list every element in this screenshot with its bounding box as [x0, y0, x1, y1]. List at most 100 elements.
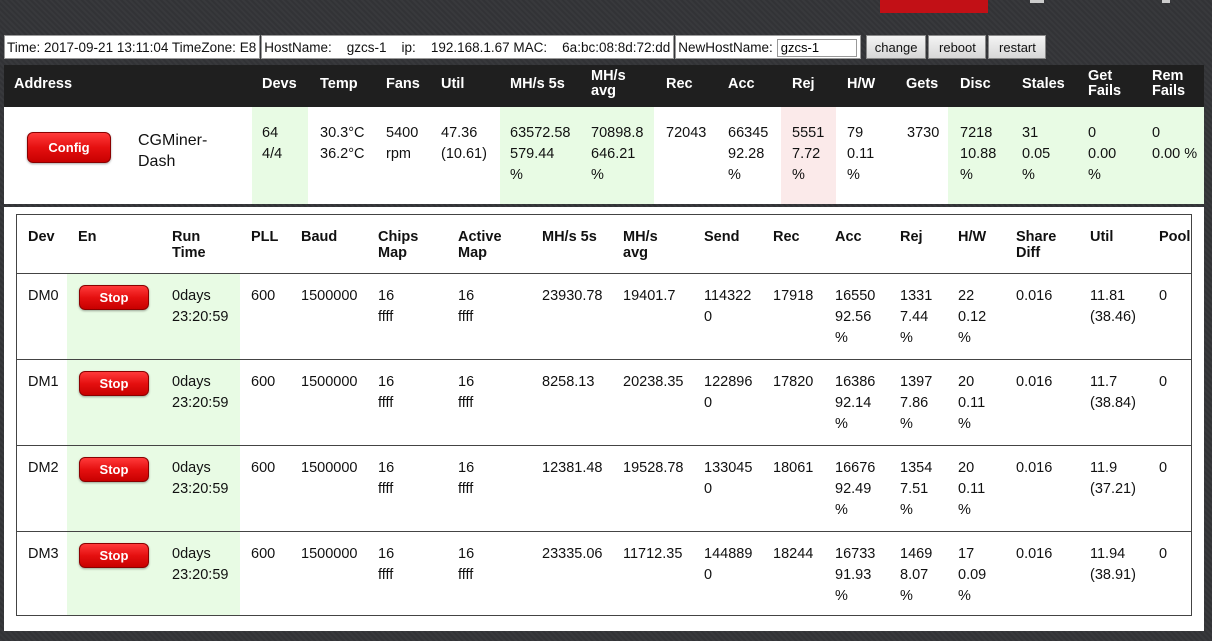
acc: 16733 91.93 % [835, 546, 876, 604]
hw: 17 0.09 % [958, 546, 987, 604]
summary-get-fails: 0 0.00 % [1088, 125, 1117, 183]
device-name: DM0 [28, 288, 59, 304]
hw: 20 0.11 % [958, 460, 986, 518]
time-label: Time: [7, 40, 41, 55]
config-button[interactable]: Config [27, 132, 111, 163]
mhs-avg: 19401.7 [623, 288, 676, 304]
miner-name: CGMiner- Dash [138, 132, 208, 170]
device-row-dm3: DM3 Stop 0days 23:20:59 600 1500000 16 f… [17, 531, 1191, 615]
summary-mhs-avg: 70898.8 646.21 % [591, 125, 644, 183]
dev-header-chips-map: Chips Map [378, 229, 419, 261]
util: 11.7 (38.84) [1090, 374, 1136, 411]
acc: 16386 92.14 % [835, 374, 876, 432]
chips-map: 16 ffff [378, 288, 395, 325]
header-rec: Rec [666, 76, 693, 92]
summary-util: 47.36 (10.61) [441, 125, 487, 162]
device-name: DM3 [28, 546, 59, 562]
share-diff: 0.016 [1016, 460, 1053, 476]
device-row-dm1: DM1 Stop 0days 23:20:59 600 1500000 16 f… [17, 359, 1191, 446]
dev-header-acc: Acc [835, 229, 862, 245]
pll: 600 [251, 460, 276, 476]
time-cell: Time: 2017-09-21 13:11:04 TimeZone: E8 [4, 35, 261, 59]
send: 114322 0 [704, 288, 752, 325]
stop-button[interactable]: Stop [79, 371, 149, 396]
top-nav-fragment [1030, 0, 1044, 3]
new-hostname-input[interactable] [776, 38, 857, 57]
hostname-value: gzcs-1 [346, 40, 387, 55]
ip-label: ip: [401, 40, 416, 55]
header-hw: H/W [847, 76, 876, 92]
summary-devs: 64 4/4 [262, 125, 283, 162]
acc: 16676 92.49 % [835, 460, 876, 518]
summary-rej: 5551 7.72 % [792, 125, 825, 183]
summary-temp: 30.3°C 36.2°C [320, 125, 365, 162]
chips-map: 16 ffff [378, 546, 395, 583]
active-map: 16 ffff [458, 460, 475, 497]
active-map: 16 ffff [458, 546, 475, 583]
mhs-avg: 20238.35 [623, 374, 684, 390]
send: 122896 0 [704, 374, 753, 411]
acc: 16550 92.56 % [835, 288, 876, 346]
pool: 0 [1159, 374, 1168, 390]
util: 11.9 (37.21) [1090, 460, 1136, 497]
share-diff: 0.016 [1016, 288, 1053, 304]
dev-header-share-diff: Share Diff [1016, 229, 1057, 261]
util: 11.81 (38.46) [1090, 288, 1136, 325]
header-rej: Rej [792, 76, 815, 92]
send: 144889 0 [704, 546, 753, 583]
header-disc: Disc [960, 76, 991, 92]
pool: 0 [1159, 460, 1168, 476]
send: 133045 0 [704, 460, 753, 497]
chips-map: 16 ffff [378, 374, 395, 411]
header-fans: Fans [386, 76, 420, 92]
device-name: DM1 [28, 374, 59, 390]
run-time: 0days 23:20:59 [172, 288, 229, 325]
dev-header-util: Util [1090, 229, 1114, 245]
baud: 1500000 [301, 546, 358, 562]
hw: 20 0.11 % [958, 374, 986, 432]
rej: 1354 7.51 % [900, 460, 933, 518]
stop-button[interactable]: Stop [79, 543, 149, 568]
rej: 1331 7.44 % [900, 288, 933, 346]
dev-header-run-time: Run Time [172, 229, 206, 261]
device-row-dm2: DM2 Stop 0days 23:20:59 600 1500000 16 f… [17, 445, 1191, 532]
summary-rec: 72043 [666, 125, 707, 141]
change-hostname-button[interactable]: change [865, 35, 927, 59]
rej: 1397 7.86 % [900, 374, 933, 432]
dev-header-hw: H/W [958, 229, 987, 245]
header-gets: Gets [906, 76, 939, 92]
device-name: DM2 [28, 460, 59, 476]
summary-fans: 5400 rpm [386, 125, 419, 162]
summary-stales: 31 0.05 % [1022, 125, 1051, 183]
summary-table: Address Devs Temp Fans Util MH/s 5s MH/s… [4, 65, 1204, 204]
summary-gets: 3730 [907, 125, 940, 141]
dev-header-rej: Rej [900, 229, 923, 245]
dev-header-pool: Pool [1159, 229, 1191, 245]
summary-row: Config CGMiner- Dash 64 4/4 30.3°C 36.2°… [4, 107, 1204, 204]
hw: 22 0.12 % [958, 288, 987, 346]
stop-button[interactable]: Stop [79, 285, 149, 310]
ip-value: 192.168.1.67 [430, 40, 510, 55]
dev-header-mhs-5s: MH/s 5s [542, 229, 597, 245]
rec: 17918 [773, 288, 814, 304]
header-rem-fails: Rem Fails [1152, 68, 1186, 99]
rec: 18244 [773, 546, 814, 562]
mac-value: 6a:bc:08:8d:72:dd [562, 40, 671, 55]
baud: 1500000 [301, 460, 358, 476]
dev-header-dev: Dev [28, 229, 55, 245]
stop-button[interactable]: Stop [79, 457, 149, 482]
util: 11.94 (38.91) [1090, 546, 1136, 583]
dev-header-baud: Baud [301, 229, 338, 245]
active-map: 16 ffff [458, 374, 475, 411]
pool: 0 [1159, 546, 1168, 562]
baud: 1500000 [301, 374, 358, 390]
baud: 1500000 [301, 288, 358, 304]
header-acc: Acc [728, 76, 755, 92]
header-stales: Stales [1022, 76, 1065, 92]
active-map: 16 ffff [458, 288, 475, 325]
system-info-bar: Time: 2017-09-21 13:11:04 TimeZone: E8 H… [4, 33, 1047, 61]
mhs-5s: 8258.13 [542, 374, 595, 390]
restart-button[interactable]: restart [988, 35, 1047, 59]
reboot-button[interactable]: reboot [928, 35, 987, 59]
mhs-5s: 23335.06 [542, 546, 603, 562]
